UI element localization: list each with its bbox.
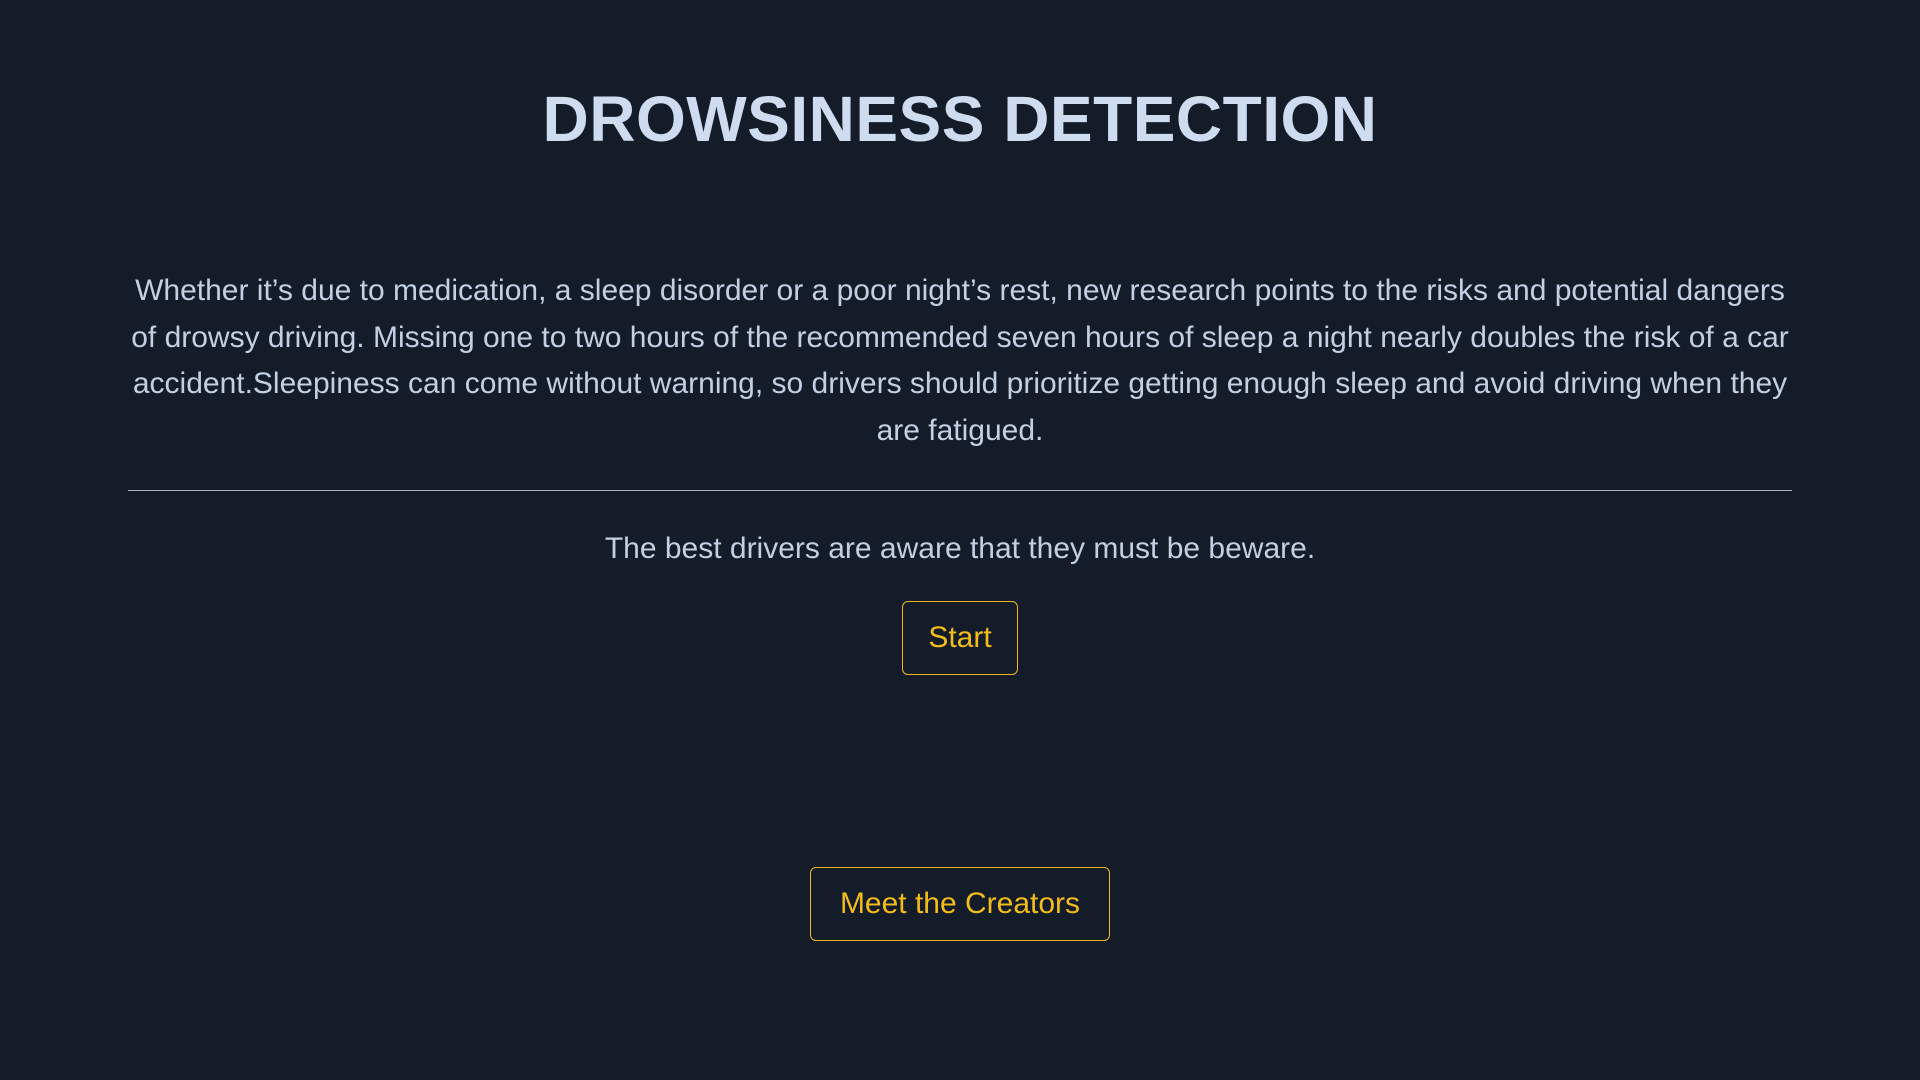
divider (128, 490, 1792, 491)
meet-the-creators-button[interactable]: Meet the Creators (810, 867, 1110, 941)
page-title: DROWSINESS DETECTION (542, 83, 1378, 155)
intro-paragraph: Whether it’s due to medication, a sleep … (131, 274, 1789, 447)
page: DROWSINESS DETECTION Whether it’s due to… (0, 0, 1920, 1080)
start-button[interactable]: Start (902, 601, 1018, 675)
tagline: The best drivers are aware that they mus… (604, 532, 1316, 565)
